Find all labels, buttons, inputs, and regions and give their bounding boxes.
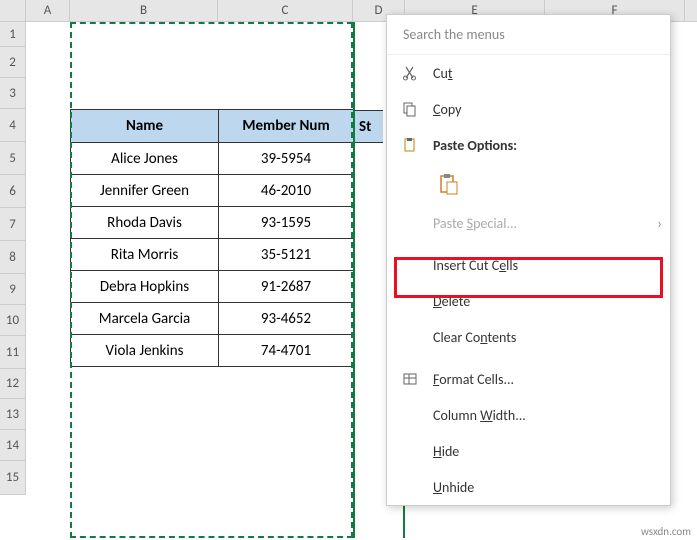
- menu-label: Delete: [433, 293, 662, 310]
- blank-icon: [399, 213, 421, 233]
- row-header-4[interactable]: 4: [0, 109, 26, 142]
- select-all-corner[interactable]: [0, 0, 26, 22]
- menu-column-width[interactable]: Column Width...: [387, 397, 670, 433]
- menu-label: Unhide: [433, 479, 662, 496]
- table-row[interactable]: Rhoda Davis93-1595: [71, 207, 354, 239]
- row-header-15[interactable]: 15: [0, 461, 26, 495]
- copy-icon: [399, 99, 421, 119]
- watermark: wsxdn.com: [641, 525, 691, 538]
- blank-icon: [399, 405, 421, 425]
- menu-label: Cut: [433, 65, 662, 82]
- menu-insert-cut-cells[interactable]: Insert Cut Cells: [387, 247, 670, 283]
- menu-paste-options: Paste Options:: [387, 127, 670, 163]
- menu-unhide[interactable]: Unhide: [387, 469, 670, 505]
- menu-delete[interactable]: Delete: [387, 283, 670, 319]
- table-row[interactable]: Alice Jones39-5954: [71, 143, 354, 175]
- menu-label: Paste Options:: [433, 137, 662, 154]
- table-row[interactable]: Debra Hopkins91-2687: [71, 271, 354, 303]
- table-row[interactable]: Jennifer Green46-2010: [71, 175, 354, 207]
- menu-paste-special: Paste Special... ›: [387, 205, 670, 241]
- col-header-b[interactable]: B: [70, 0, 218, 21]
- menu-label: Clear Contents: [433, 329, 662, 346]
- menu-search-placeholder: Search the menus: [403, 26, 505, 43]
- col-header-a[interactable]: A: [26, 0, 70, 21]
- menu-search[interactable]: Search the menus: [387, 15, 670, 55]
- format-cells-icon: [399, 369, 421, 389]
- row-header-5[interactable]: 5: [0, 142, 26, 175]
- row-header-11[interactable]: 11: [0, 336, 26, 369]
- menu-label: Copy: [433, 101, 662, 118]
- header-member[interactable]: Member Num: [219, 110, 354, 143]
- row-header-10[interactable]: 10: [0, 305, 26, 336]
- header-name[interactable]: Name: [71, 110, 219, 143]
- table-row[interactable]: Viola Jenkins74-4701: [71, 335, 354, 367]
- menu-hide[interactable]: Hide: [387, 433, 670, 469]
- menu-cut[interactable]: Cut: [387, 55, 670, 91]
- menu-copy[interactable]: Copy: [387, 91, 670, 127]
- row-header-7[interactable]: 7: [0, 208, 26, 241]
- row-header-1[interactable]: 1: [0, 22, 26, 47]
- menu-label: Column Width...: [433, 407, 662, 424]
- context-menu: Search the menus Cut Copy Paste Options:…: [386, 14, 671, 506]
- row-header-14[interactable]: 14: [0, 430, 26, 461]
- table-row[interactable]: Marcela Garcia93-4652: [71, 303, 354, 335]
- data-table: Name Member Num Alice Jones39-5954 Jenni…: [70, 109, 354, 367]
- paste-icon: [399, 135, 421, 155]
- blank-icon: [399, 327, 421, 347]
- row-header-12[interactable]: 12: [0, 369, 26, 399]
- row-header-2[interactable]: 2: [0, 47, 26, 78]
- menu-label: Format Cells...: [433, 371, 662, 388]
- row-header-9[interactable]: 9: [0, 274, 26, 305]
- header-partial[interactable]: St: [353, 110, 383, 143]
- table-row[interactable]: Rita Morris35-5121: [71, 239, 354, 271]
- row-header-3[interactable]: 3: [0, 78, 26, 109]
- row-header-13[interactable]: 13: [0, 399, 26, 430]
- blank-icon: [399, 441, 421, 461]
- col-header-c[interactable]: C: [218, 0, 353, 21]
- cut-icon: [399, 63, 421, 83]
- menu-label: Paste Special...: [433, 215, 649, 232]
- blank-icon: [399, 291, 421, 311]
- paste-options-row: [387, 163, 670, 205]
- chevron-right-icon: ›: [657, 215, 662, 232]
- row-headers: 1 2 3 4 5 6 7 8 9 10 11 12 13 14 15: [0, 22, 26, 495]
- blank-icon: [399, 477, 421, 497]
- blank-icon: [399, 255, 421, 275]
- menu-clear-contents[interactable]: Clear Contents: [387, 319, 670, 355]
- row-header-6[interactable]: 6: [0, 175, 26, 208]
- menu-label: Hide: [433, 443, 662, 460]
- worksheet: A B C D E F 1 2 3 4 5 6 7 8 9 10 11 12 1…: [0, 0, 697, 540]
- menu-label: Insert Cut Cells: [433, 257, 662, 274]
- menu-format-cells[interactable]: Format Cells...: [387, 361, 670, 397]
- row-header-8[interactable]: 8: [0, 241, 26, 274]
- paste-default-button[interactable]: [433, 168, 465, 200]
